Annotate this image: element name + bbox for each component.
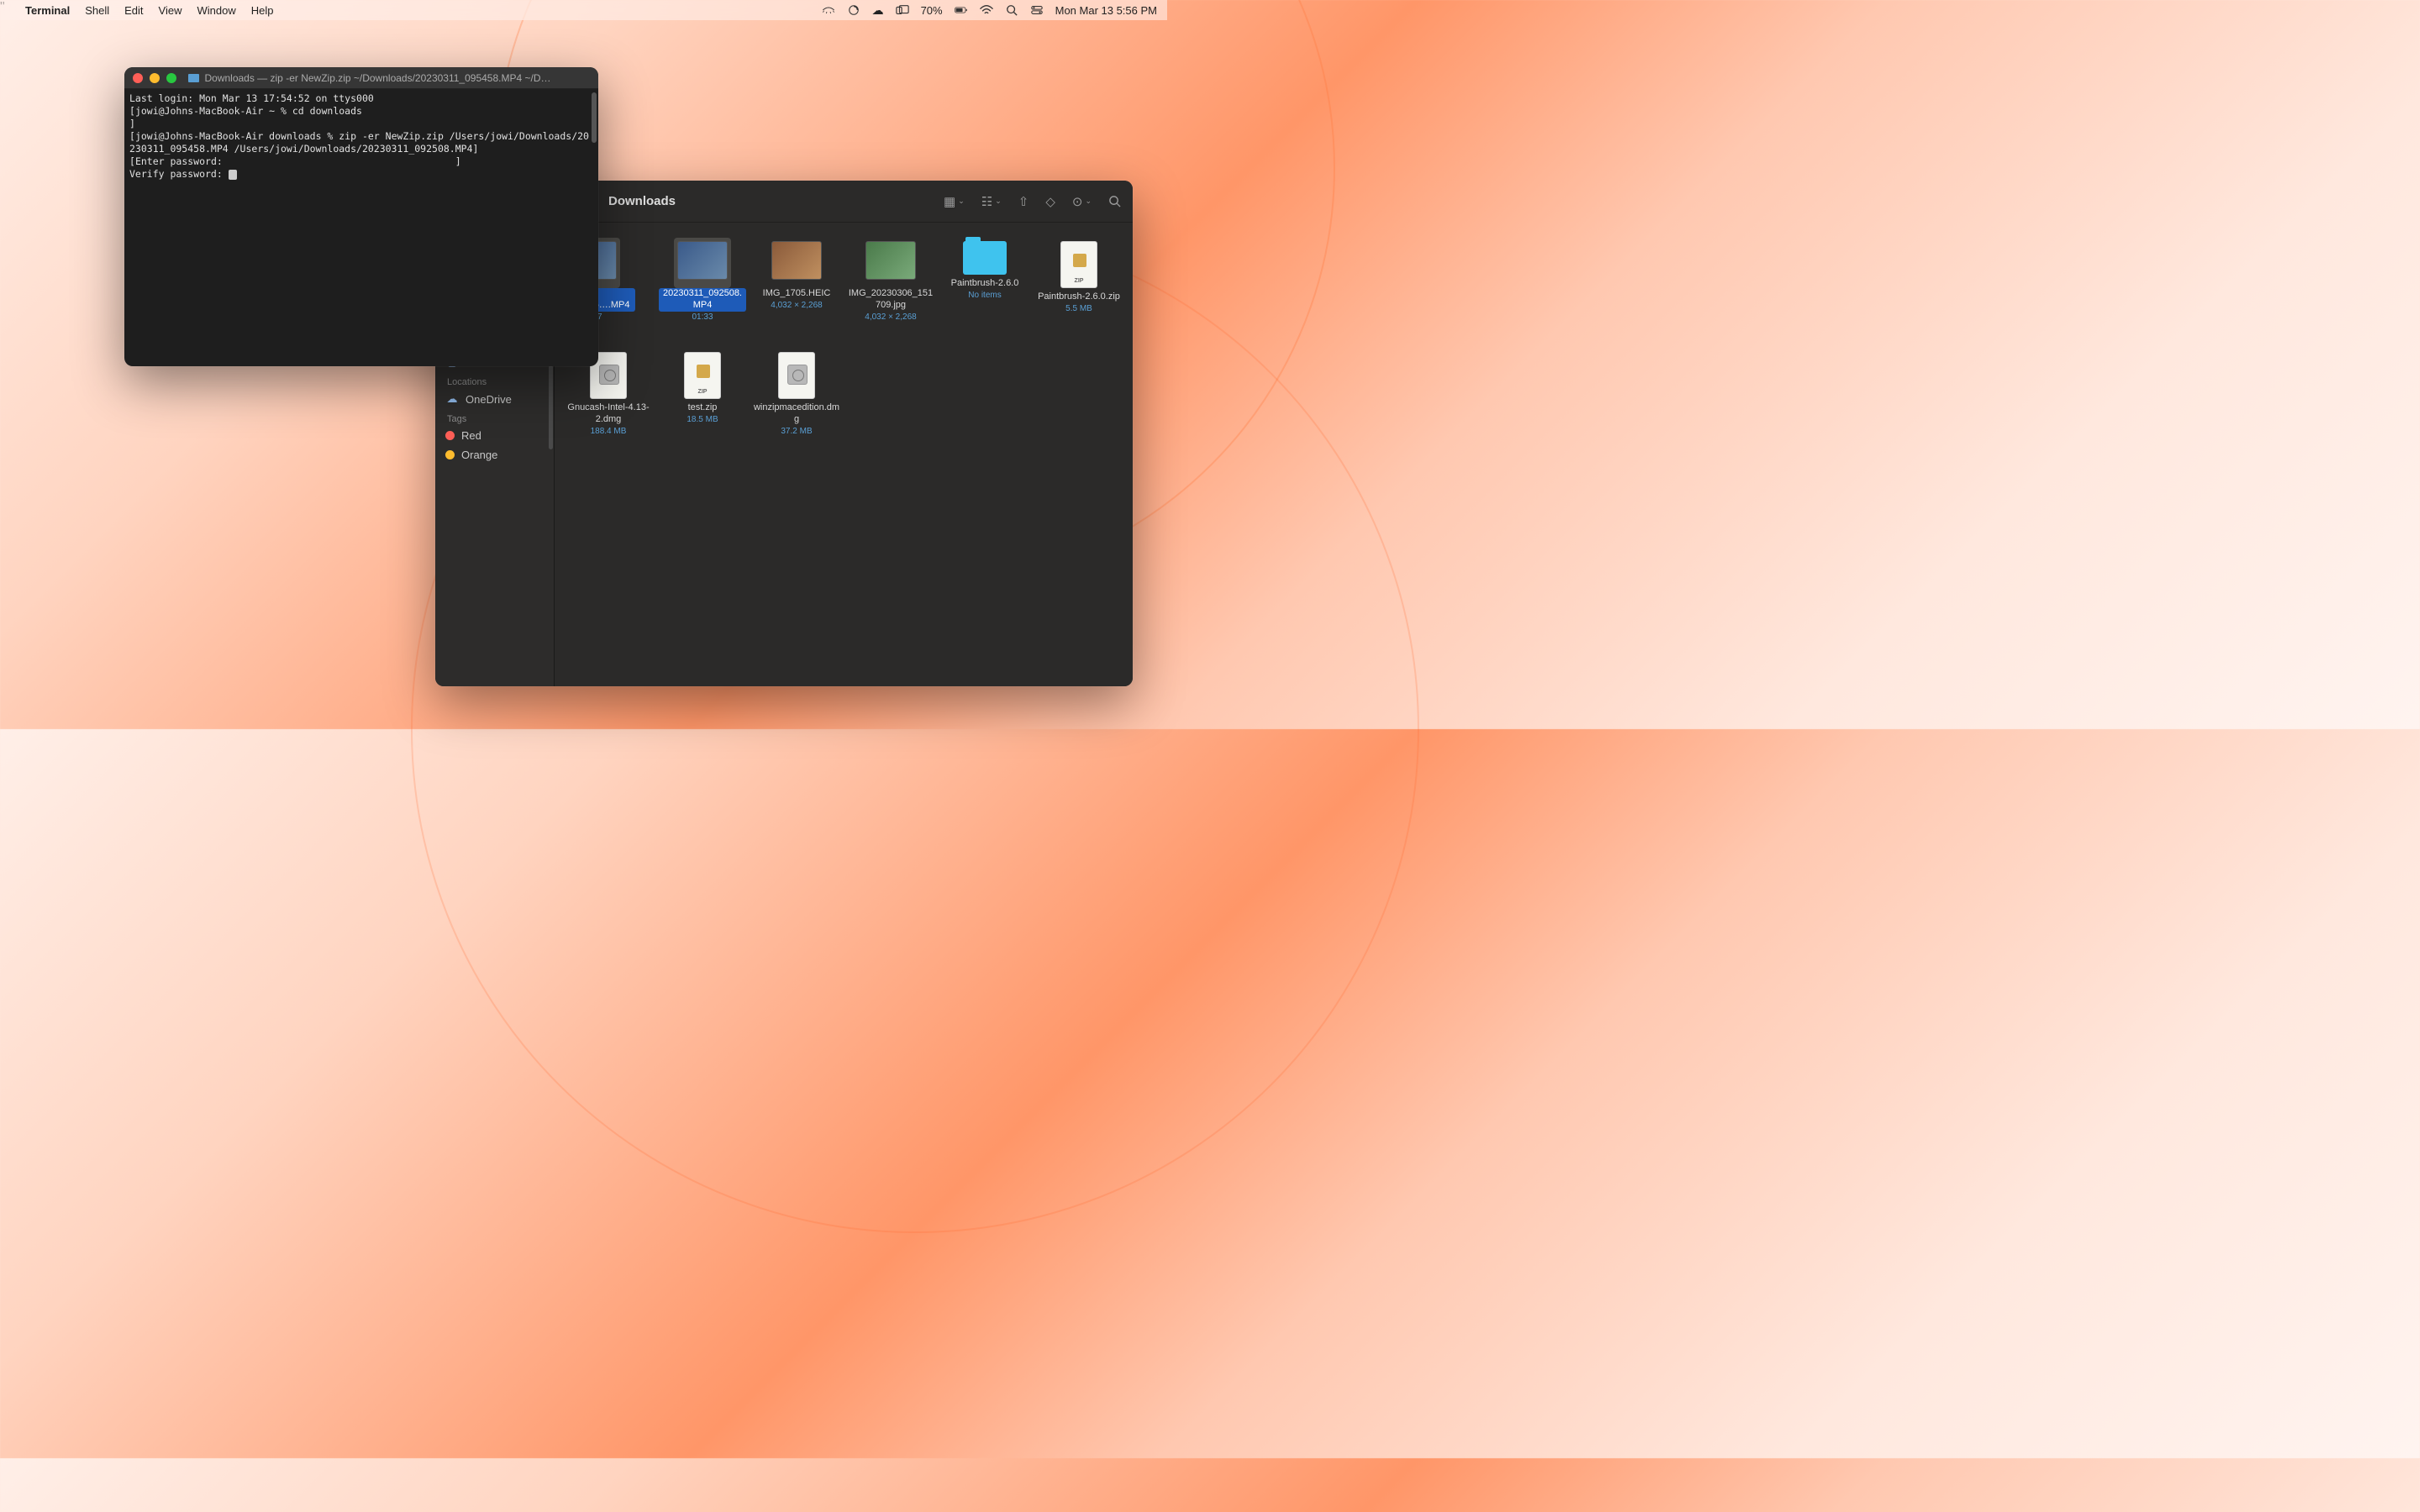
file-item[interactable]: IMG_20230306_151709.jpg4,032 × 2,268 xyxy=(844,234,938,342)
finder-toolbar: ‹ › Downloads ▦ ⌄ ☷ ⌄ ⇧ ◇ ⊙ ⌄ xyxy=(555,181,1133,223)
sidebar-section-locations: Locations xyxy=(435,372,554,389)
jpg-thumb-icon xyxy=(865,241,916,280)
file-name: winzipmacedition.dmg xyxy=(753,402,840,426)
maximize-button[interactable] xyxy=(166,73,176,83)
menubar-datetime[interactable]: Mon Mar 13 5:56 PM xyxy=(1055,4,1157,17)
terminal-scrollbar[interactable] xyxy=(592,92,597,143)
file-meta: 5.5 MB xyxy=(1065,304,1092,313)
file-meta: No items xyxy=(968,291,1001,300)
file-item[interactable]: 20230311_092508.MP401:33 xyxy=(655,234,750,342)
share-icon[interactable]: ⇧ xyxy=(1018,194,1029,209)
video-thumb-icon xyxy=(677,241,728,280)
file-name: IMG_1705.HEIC xyxy=(763,288,831,300)
zip-thumb-icon xyxy=(1060,241,1097,288)
file-name: Paintbrush-2.6.0 xyxy=(951,278,1019,290)
folder-icon xyxy=(188,74,199,82)
file-name: IMG_20230306_151709.jpg xyxy=(847,288,934,312)
menubar-app-name[interactable]: Terminal xyxy=(25,4,70,17)
wifi-icon[interactable] xyxy=(980,4,993,16)
heic-thumb-icon xyxy=(771,241,822,280)
stage-manager-icon[interactable] xyxy=(896,4,909,16)
file-item[interactable]: IMG_1705.HEIC4,032 × 2,268 xyxy=(750,234,844,342)
tag-dot-red xyxy=(445,431,455,440)
dmg-thumb-icon xyxy=(778,352,815,399)
file-meta: 01:33 xyxy=(692,312,713,322)
close-button[interactable] xyxy=(133,73,143,83)
file-item[interactable]: Paintbrush-2.6.0No items xyxy=(938,234,1032,342)
sidebar-tag-red[interactable]: Red xyxy=(435,426,554,445)
terminal-window: Downloads — zip -er NewZip.zip ~/Downloa… xyxy=(124,67,598,366)
file-meta: 4,032 × 2,268 xyxy=(865,312,916,322)
file-item[interactable]: winzipmacedition.dmg37.2 MB xyxy=(750,345,844,453)
zip-thumb-icon xyxy=(684,352,721,399)
cloud-icon: ☁ xyxy=(445,392,459,406)
finder-title: Downloads xyxy=(608,194,676,208)
sidebar-tag-orange[interactable]: Orange xyxy=(435,445,554,465)
sidebar-item-onedrive[interactable]: ☁OneDrive xyxy=(435,389,554,409)
finder-content[interactable]: …311_09545….MP407:1720230311_092508.MP40… xyxy=(555,223,1133,686)
eye-icon[interactable] xyxy=(822,4,835,16)
sidebar-section-tags: Tags xyxy=(435,409,554,426)
cloud-icon[interactable]: ☁ xyxy=(872,3,884,18)
group-by-icon[interactable]: ☷ ⌄ xyxy=(981,194,1002,209)
menubar: Terminal Shell Edit View Window Help ☁ 7… xyxy=(0,0,1167,20)
menu-shell[interactable]: Shell xyxy=(85,4,109,17)
menu-window[interactable]: Window xyxy=(197,4,236,17)
sync-icon[interactable] xyxy=(847,4,860,16)
file-name: Gnucash-Intel-4.13-2.dmg xyxy=(565,402,652,426)
key-icon xyxy=(229,170,237,180)
file-meta: 188.4 MB xyxy=(591,427,627,436)
search-icon[interactable] xyxy=(1005,4,1018,16)
file-name: Paintbrush-2.6.0.zip xyxy=(1038,291,1120,303)
control-center-icon[interactable] xyxy=(1030,4,1044,16)
sidebar-scrollbar[interactable] xyxy=(549,365,553,449)
minimize-button[interactable] xyxy=(150,73,160,83)
file-item[interactable]: test.zip18.5 MB xyxy=(655,345,750,453)
battery-percent[interactable]: 70% xyxy=(921,4,943,17)
file-name: test.zip xyxy=(688,402,718,414)
file-meta: 37.2 MB xyxy=(781,427,812,436)
file-name: 20230311_092508.MP4 xyxy=(659,288,746,312)
battery-icon[interactable] xyxy=(955,4,968,16)
terminal-titlebar[interactable]: Downloads — zip -er NewZip.zip ~/Downloa… xyxy=(124,67,598,89)
folder-thumb-icon xyxy=(963,241,1007,275)
menu-view[interactable]: View xyxy=(159,4,182,17)
terminal-body[interactable]: Last login: Mon Mar 13 17:54:52 on ttys0… xyxy=(124,89,598,184)
tag-icon[interactable]: ◇ xyxy=(1045,194,1055,209)
more-icon[interactable]: ⊙ ⌄ xyxy=(1072,194,1092,209)
menu-edit[interactable]: Edit xyxy=(124,4,143,17)
terminal-title-text: Downloads — zip -er NewZip.zip ~/Downloa… xyxy=(204,72,550,84)
file-meta: 4,032 × 2,268 xyxy=(771,301,822,310)
view-icon-grid-icon[interactable]: ▦ ⌄ xyxy=(944,194,965,209)
menu-help[interactable]: Help xyxy=(251,4,274,17)
file-meta: 18.5 MB xyxy=(687,415,718,424)
file-item[interactable]: Paintbrush-2.6.0.zip5.5 MB xyxy=(1032,234,1126,342)
search-icon[interactable] xyxy=(1108,195,1121,207)
tag-dot-orange xyxy=(445,450,455,459)
